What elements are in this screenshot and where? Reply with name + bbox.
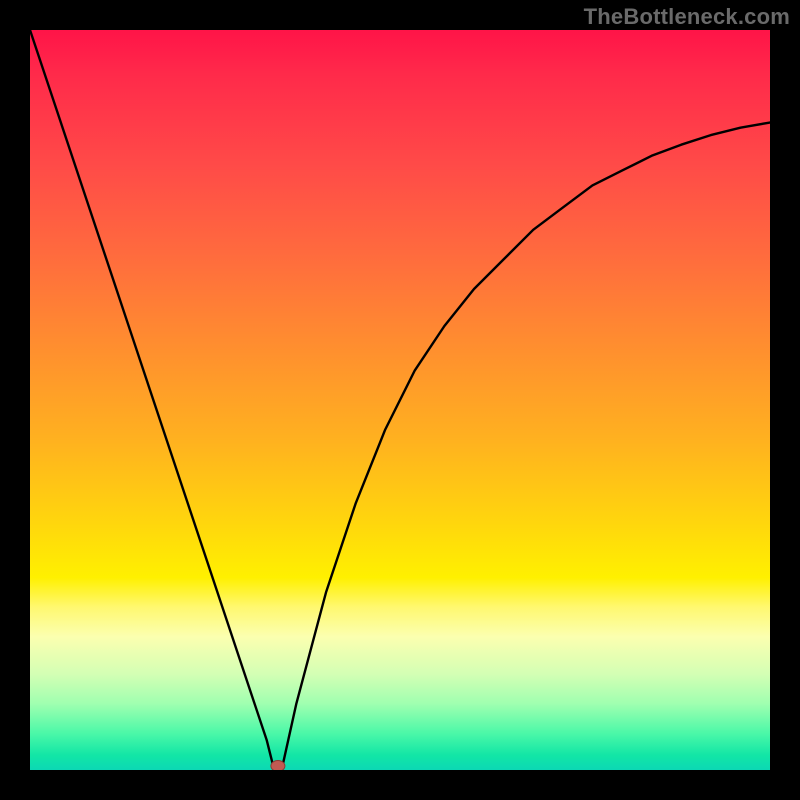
watermark-text: TheBottleneck.com xyxy=(584,4,790,30)
curve-layer xyxy=(30,30,770,770)
chart-frame: TheBottleneck.com xyxy=(0,0,800,800)
optimum-marker xyxy=(271,761,285,771)
plot-area xyxy=(30,30,770,770)
bottleneck-curve xyxy=(30,30,770,770)
